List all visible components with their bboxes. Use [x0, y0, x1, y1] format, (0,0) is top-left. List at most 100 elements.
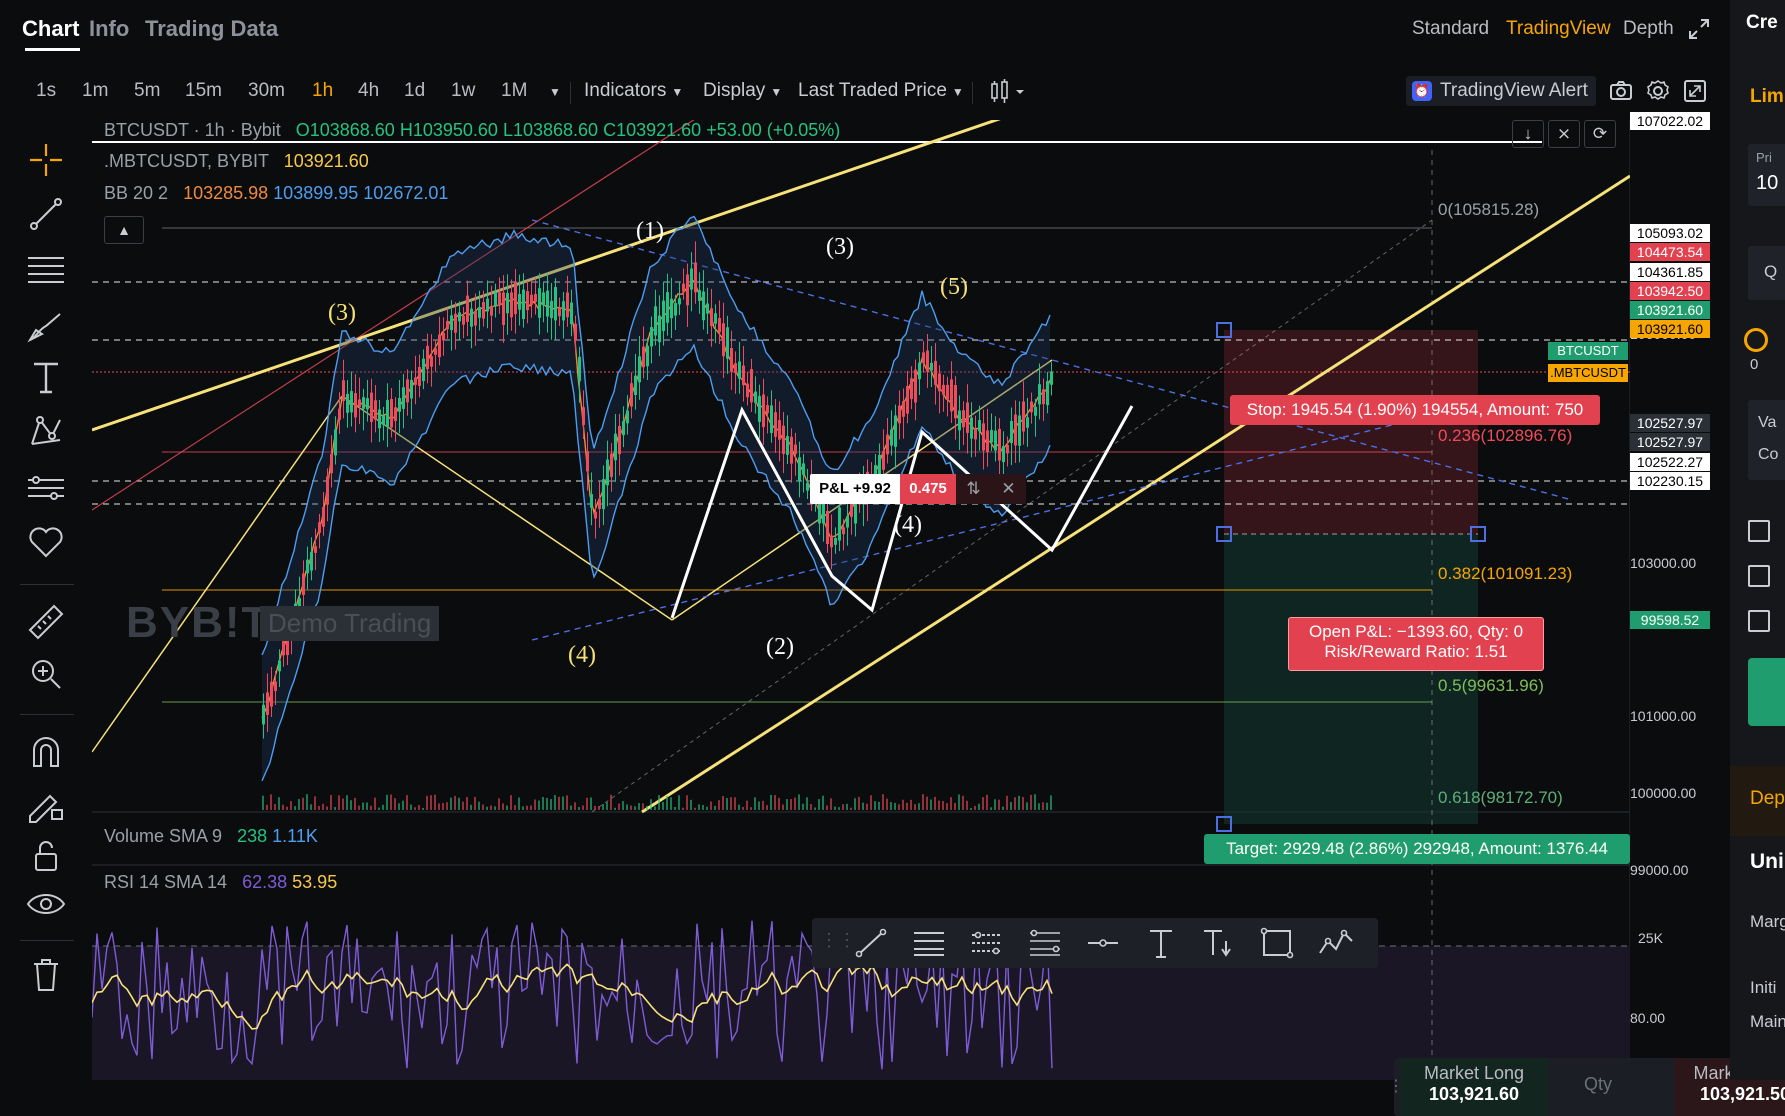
candle-body	[270, 681, 273, 707]
crosshair-icon[interactable]	[24, 140, 68, 180]
volume-name[interactable]: Volume SMA 9	[104, 826, 222, 846]
display-button[interactable]: Display ▼	[703, 80, 782, 102]
buy-button[interactable]	[1748, 658, 1785, 726]
mode-standard[interactable]: Standard	[1412, 18, 1489, 40]
mark-symbol[interactable]: .MBTCUSDT, BYBIT	[104, 151, 269, 171]
mode-depth[interactable]: Depth	[1623, 18, 1674, 40]
camera-icon[interactable]	[1608, 78, 1634, 109]
tab-info[interactable]: Info	[89, 16, 129, 42]
volume-bar	[886, 798, 888, 810]
tf-15m[interactable]: 15m	[185, 80, 222, 102]
deposit-button[interactable]: Dep	[1750, 788, 1785, 810]
mode-tradingview[interactable]: TradingView	[1506, 18, 1611, 40]
collapse-icon[interactable]: ⨯	[1548, 120, 1580, 148]
candle-body	[758, 396, 761, 422]
create-order-label[interactable]: Cre	[1746, 12, 1778, 34]
position-pnl-pill[interactable]: P&L +9.92 0.475 ⇅ ✕	[810, 474, 1026, 504]
tf-5m[interactable]: 5m	[134, 80, 160, 102]
open-pnl-label[interactable]: Open P&L: −1393.60, Qty: 0 Risk/Reward R…	[1288, 617, 1544, 671]
drawing-tools-sidebar	[0, 120, 92, 1080]
parallel-lines-icon[interactable]	[910, 925, 948, 961]
anchored-text-icon[interactable]	[1200, 925, 1238, 961]
zoom-in-icon[interactable]	[24, 654, 68, 694]
market-long-button[interactable]: Market Long 103,921.60	[1400, 1058, 1548, 1116]
tf-1s[interactable]: 1s	[36, 80, 56, 102]
tf-1M[interactable]: 1M	[501, 80, 527, 102]
magnet-icon[interactable]	[24, 732, 68, 772]
timeframe-dropdown[interactable]: ▼	[544, 80, 561, 102]
rsi-name[interactable]: RSI 14 SMA 14	[104, 872, 227, 892]
qty-input[interactable]: Qty	[1584, 1074, 1612, 1095]
volume-bar	[774, 795, 776, 810]
ruler-icon[interactable]	[24, 600, 68, 640]
arrow-down-icon[interactable]: ↓	[1512, 120, 1544, 148]
collapse-legend-button[interactable]: ▲	[104, 216, 144, 244]
elliott-wave-tool-icon[interactable]	[1316, 925, 1354, 961]
target-label[interactable]: Target: 2929.48 (2.86%) 292948, Amount: …	[1204, 834, 1630, 864]
pattern-icon[interactable]	[24, 412, 68, 452]
close-icon[interactable]: ✕	[991, 474, 1026, 504]
fullscreen-icon[interactable]	[1682, 78, 1708, 109]
candle-body	[350, 391, 353, 413]
price-input[interactable]: Pri 10	[1748, 144, 1785, 206]
heart-icon[interactable]	[24, 522, 68, 562]
text-icon[interactable]	[24, 358, 68, 398]
chart-type-button[interactable]	[988, 78, 1032, 106]
fib-channel-icon[interactable]	[1026, 925, 1064, 961]
value-input[interactable]: Va Co	[1748, 400, 1785, 480]
indicators-button[interactable]: Indicators ▼	[584, 80, 683, 102]
checkbox[interactable]	[1748, 610, 1770, 632]
drag-handle-icon[interactable]: ⋮⋮	[820, 930, 856, 951]
volume-bar	[746, 800, 748, 810]
tf-1m[interactable]: 1m	[82, 80, 108, 102]
volume-bar	[266, 804, 268, 810]
volume-bar	[734, 797, 736, 810]
eye-icon[interactable]	[24, 884, 68, 924]
expand-icon[interactable]	[1686, 16, 1712, 42]
checkbox[interactable]	[1748, 520, 1770, 542]
volume-bar	[998, 799, 1000, 810]
horizontal-lines-icon[interactable]	[24, 250, 68, 290]
bb-name[interactable]: BB 20 2	[104, 183, 168, 203]
tradingview-alert-button[interactable]: ⏰ TradingView Alert	[1406, 76, 1596, 106]
stop-label[interactable]: Stop: 1945.54 (1.90%) 194554, Amount: 75…	[1230, 395, 1600, 425]
unlock-icon[interactable]	[24, 836, 68, 876]
candle-body	[650, 327, 653, 347]
trash-icon[interactable]	[24, 954, 68, 994]
tab-chart[interactable]: Chart	[22, 16, 79, 42]
qty-input-field[interactable]: Q	[1748, 246, 1785, 300]
volume-bar	[382, 804, 384, 810]
volume-bar	[262, 795, 264, 810]
reverse-icon[interactable]: ⇅	[956, 474, 991, 504]
forecast-icon[interactable]	[24, 468, 68, 508]
pencil-lock-icon[interactable]	[24, 784, 68, 824]
line-tool-icon[interactable]	[852, 925, 890, 961]
volume-bar	[750, 807, 752, 810]
tab-trading-data[interactable]: Trading Data	[145, 16, 278, 42]
reset-icon[interactable]: ⟳	[1584, 120, 1616, 148]
fib-retracement-icon[interactable]	[968, 925, 1006, 961]
chart-area[interactable]: ↓ ⨯ ⟳ BTCUSDT · 1h · Bybit O103868.60 H1…	[92, 112, 1785, 1116]
text-tool-icon[interactable]	[1142, 925, 1180, 961]
checkbox[interactable]	[1748, 565, 1770, 587]
trend-line-icon[interactable]	[24, 194, 68, 234]
candle-body	[614, 433, 617, 461]
price-type-button[interactable]: Last Traded Price ▼	[798, 80, 964, 102]
candle-body	[562, 301, 565, 321]
candle-body	[714, 313, 717, 324]
fib-label-0236: 0.236(102896.76)	[1438, 426, 1573, 445]
tf-30m[interactable]: 30m	[248, 80, 285, 102]
settings-icon[interactable]	[1645, 78, 1671, 109]
candle-body	[626, 410, 629, 424]
tf-1h[interactable]: 1h	[312, 80, 333, 102]
limit-tab[interactable]: Lim	[1750, 86, 1784, 108]
slider-handle[interactable]	[1744, 328, 1768, 352]
brush-icon[interactable]	[24, 306, 68, 346]
symbol-label[interactable]: BTCUSDT · 1h · Bybit	[104, 120, 281, 140]
horizontal-ray-icon[interactable]	[1084, 925, 1122, 961]
volume-bar	[826, 805, 828, 810]
tf-1d[interactable]: 1d	[404, 80, 425, 102]
tf-1w[interactable]: 1w	[451, 80, 475, 102]
tf-4h[interactable]: 4h	[358, 80, 379, 102]
rectangle-tool-icon[interactable]	[1258, 925, 1296, 961]
